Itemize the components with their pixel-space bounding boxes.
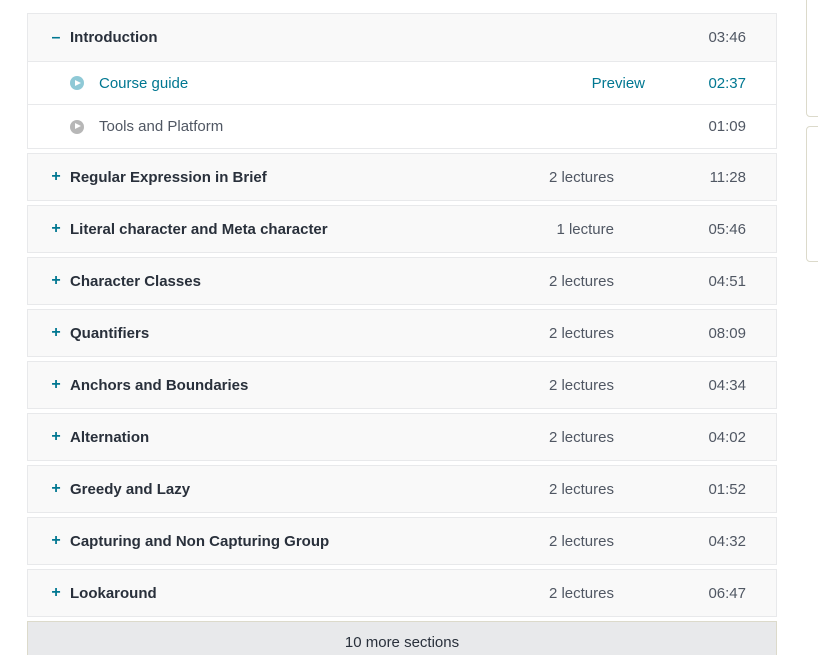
lecture-duration: 02:37 (708, 74, 746, 92)
section-quantifiers: + Quantifiers 2 lectures 08:09 (27, 309, 777, 357)
expand-icon: + (51, 168, 61, 185)
course-curriculum: – Introduction 03:46 Course guide Previe… (27, 13, 777, 655)
lecture-title: Tools and Platform (99, 118, 224, 135)
section-anchors-and-boundaries: + Anchors and Boundaries 2 lectures 04:3… (27, 361, 777, 409)
section-duration: 01:52 (708, 480, 746, 498)
section-capturing-groups: + Capturing and Non Capturing Group 2 le… (27, 517, 777, 565)
lecture-duration: 01:09 (708, 118, 746, 135)
section-greedy-and-lazy: + Greedy and Lazy 2 lectures 01:52 (27, 465, 777, 513)
section-header[interactable]: + Alternation 2 lectures 04:02 (28, 414, 776, 460)
section-duration: 04:34 (708, 376, 746, 394)
lecture-count: 2 lectures (548, 584, 614, 602)
section-header[interactable]: + Regular Expression in Brief 2 lectures… (28, 154, 776, 200)
lecture-item[interactable]: Course guide Preview 02:37 (28, 61, 776, 104)
section-header[interactable]: + Character Classes 2 lectures 04:51 (28, 258, 776, 304)
section-title: Introduction (70, 29, 158, 46)
section-title: Character Classes (70, 272, 201, 290)
section-character-classes: + Character Classes 2 lectures 04:51 (27, 257, 777, 305)
expand-icon: + (51, 220, 61, 237)
section-duration: 11:28 (709, 168, 746, 186)
collapse-icon: – (51, 28, 61, 46)
expand-icon: + (51, 428, 61, 445)
lecture-count: 2 lectures (548, 376, 614, 394)
section-literal-and-meta-character: + Literal character and Meta character 1… (27, 205, 777, 253)
section-header[interactable]: + Anchors and Boundaries 2 lectures 04:3… (28, 362, 776, 408)
section-header[interactable]: + Lookaround 2 lectures 06:47 (28, 570, 776, 616)
lecture-count: 2 lectures (548, 428, 614, 446)
lecture-item: Tools and Platform 01:09 (28, 104, 776, 148)
play-icon (70, 76, 84, 90)
section-alternation: + Alternation 2 lectures 04:02 (27, 413, 777, 461)
lecture-count: 2 lectures (548, 532, 614, 550)
section-title: Greedy and Lazy (70, 480, 191, 498)
lecture-count: 1 lecture (556, 220, 614, 238)
more-sections-button[interactable]: 10 more sections (27, 621, 777, 655)
section-duration: 05:46 (708, 220, 746, 238)
expand-icon: + (51, 584, 61, 601)
lecture-count: 2 lectures (548, 324, 614, 342)
section-header[interactable]: + Capturing and Non Capturing Group 2 le… (28, 518, 776, 564)
section-title: Regular Expression in Brief (70, 168, 267, 186)
section-regular-expression-in-brief: + Regular Expression in Brief 2 lectures… (27, 153, 777, 201)
lecture-count: 2 lectures (548, 168, 614, 186)
section-title: Anchors and Boundaries (70, 376, 249, 394)
lecture-title-link[interactable]: Course guide (99, 75, 188, 92)
section-duration: 04:02 (708, 428, 746, 446)
section-duration: 04:32 (708, 532, 746, 550)
expand-icon: + (51, 532, 61, 549)
section-title: Alternation (70, 428, 150, 446)
section-lookaround: + Lookaround 2 lectures 06:47 (27, 569, 777, 617)
section-title: Quantifiers (70, 324, 150, 342)
preview-link[interactable]: Preview (592, 75, 645, 92)
section-header[interactable]: + Quantifiers 2 lectures 08:09 (28, 310, 776, 356)
section-header[interactable]: + Literal character and Meta character 1… (28, 206, 776, 252)
section-title: Capturing and Non Capturing Group (70, 532, 330, 550)
expand-icon: + (51, 480, 61, 497)
side-card (806, 126, 818, 262)
section-header[interactable]: + Greedy and Lazy 2 lectures 01:52 (28, 466, 776, 512)
section-duration: 08:09 (708, 324, 746, 342)
lecture-count: 2 lectures (548, 480, 614, 498)
section-title: Lookaround (70, 584, 157, 602)
section-duration: 04:51 (708, 272, 746, 290)
section-duration: 03:46 (708, 29, 746, 46)
side-card (806, 0, 818, 117)
expand-icon: + (51, 376, 61, 393)
expand-icon: + (51, 272, 61, 289)
lecture-count: 2 lectures (548, 272, 614, 290)
section-introduction: – Introduction 03:46 Course guide Previe… (27, 13, 777, 149)
section-header[interactable]: – Introduction 03:46 (28, 14, 776, 61)
play-icon (70, 119, 84, 134)
section-duration: 06:47 (708, 584, 746, 602)
expand-icon: + (51, 324, 61, 341)
section-title: Literal character and Meta character (70, 220, 328, 238)
